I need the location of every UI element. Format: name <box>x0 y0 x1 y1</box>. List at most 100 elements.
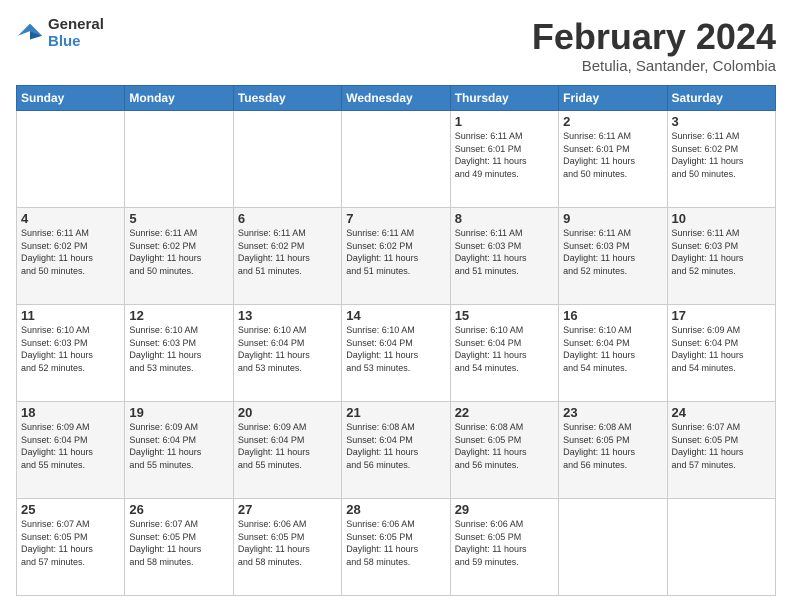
header-monday: Monday <box>125 86 233 111</box>
calendar-cell <box>667 499 775 596</box>
calendar-cell: 1Sunrise: 6:11 AM Sunset: 6:01 PM Daylig… <box>450 111 558 208</box>
calendar-week-4: 25Sunrise: 6:07 AM Sunset: 6:05 PM Dayli… <box>17 499 776 596</box>
calendar-cell <box>342 111 450 208</box>
day-number: 10 <box>672 211 771 226</box>
calendar-subtitle: Betulia, Santander, Colombia <box>532 58 776 75</box>
day-info: Sunrise: 6:08 AM Sunset: 6:04 PM Dayligh… <box>346 421 445 471</box>
page: General Blue February 2024 Betulia, Sant… <box>0 0 792 612</box>
day-number: 20 <box>238 405 337 420</box>
day-number: 28 <box>346 502 445 517</box>
day-number: 12 <box>129 308 228 323</box>
calendar-cell: 19Sunrise: 6:09 AM Sunset: 6:04 PM Dayli… <box>125 402 233 499</box>
day-number: 1 <box>455 114 554 129</box>
calendar-cell: 26Sunrise: 6:07 AM Sunset: 6:05 PM Dayli… <box>125 499 233 596</box>
header: General Blue February 2024 Betulia, Sant… <box>16 16 776 75</box>
day-number: 14 <box>346 308 445 323</box>
day-info: Sunrise: 6:11 AM Sunset: 6:02 PM Dayligh… <box>346 227 445 277</box>
calendar-cell <box>125 111 233 208</box>
day-info: Sunrise: 6:10 AM Sunset: 6:03 PM Dayligh… <box>129 324 228 374</box>
day-number: 2 <box>563 114 662 129</box>
day-info: Sunrise: 6:11 AM Sunset: 6:03 PM Dayligh… <box>563 227 662 277</box>
calendar-cell: 6Sunrise: 6:11 AM Sunset: 6:02 PM Daylig… <box>233 208 341 305</box>
calendar-cell: 8Sunrise: 6:11 AM Sunset: 6:03 PM Daylig… <box>450 208 558 305</box>
day-number: 16 <box>563 308 662 323</box>
day-number: 24 <box>672 405 771 420</box>
day-info: Sunrise: 6:06 AM Sunset: 6:05 PM Dayligh… <box>346 518 445 568</box>
header-sunday: Sunday <box>17 86 125 111</box>
day-info: Sunrise: 6:11 AM Sunset: 6:01 PM Dayligh… <box>563 130 662 180</box>
calendar-cell: 14Sunrise: 6:10 AM Sunset: 6:04 PM Dayli… <box>342 305 450 402</box>
calendar-cell: 24Sunrise: 6:07 AM Sunset: 6:05 PM Dayli… <box>667 402 775 499</box>
day-number: 19 <box>129 405 228 420</box>
header-wednesday: Wednesday <box>342 86 450 111</box>
day-info: Sunrise: 6:08 AM Sunset: 6:05 PM Dayligh… <box>455 421 554 471</box>
day-info: Sunrise: 6:10 AM Sunset: 6:03 PM Dayligh… <box>21 324 120 374</box>
calendar-cell: 10Sunrise: 6:11 AM Sunset: 6:03 PM Dayli… <box>667 208 775 305</box>
calendar-cell: 3Sunrise: 6:11 AM Sunset: 6:02 PM Daylig… <box>667 111 775 208</box>
calendar-cell: 29Sunrise: 6:06 AM Sunset: 6:05 PM Dayli… <box>450 499 558 596</box>
calendar-cell: 13Sunrise: 6:10 AM Sunset: 6:04 PM Dayli… <box>233 305 341 402</box>
day-info: Sunrise: 6:07 AM Sunset: 6:05 PM Dayligh… <box>21 518 120 568</box>
day-info: Sunrise: 6:06 AM Sunset: 6:05 PM Dayligh… <box>455 518 554 568</box>
day-number: 5 <box>129 211 228 226</box>
calendar-week-1: 4Sunrise: 6:11 AM Sunset: 6:02 PM Daylig… <box>17 208 776 305</box>
calendar-cell: 28Sunrise: 6:06 AM Sunset: 6:05 PM Dayli… <box>342 499 450 596</box>
calendar-cell: 15Sunrise: 6:10 AM Sunset: 6:04 PM Dayli… <box>450 305 558 402</box>
day-number: 23 <box>563 405 662 420</box>
day-info: Sunrise: 6:07 AM Sunset: 6:05 PM Dayligh… <box>672 421 771 471</box>
day-info: Sunrise: 6:09 AM Sunset: 6:04 PM Dayligh… <box>672 324 771 374</box>
calendar-cell: 20Sunrise: 6:09 AM Sunset: 6:04 PM Dayli… <box>233 402 341 499</box>
header-friday: Friday <box>559 86 667 111</box>
calendar-cell: 11Sunrise: 6:10 AM Sunset: 6:03 PM Dayli… <box>17 305 125 402</box>
title-block: February 2024 Betulia, Santander, Colomb… <box>532 16 776 75</box>
calendar-table: Sunday Monday Tuesday Wednesday Thursday… <box>16 85 776 596</box>
day-info: Sunrise: 6:11 AM Sunset: 6:03 PM Dayligh… <box>455 227 554 277</box>
calendar-header-row: Sunday Monday Tuesday Wednesday Thursday… <box>17 86 776 111</box>
day-number: 22 <box>455 405 554 420</box>
logo-text: General Blue <box>48 16 104 50</box>
day-number: 25 <box>21 502 120 517</box>
day-number: 18 <box>21 405 120 420</box>
calendar-cell <box>17 111 125 208</box>
calendar-week-3: 18 Sunrise: 6:09 AM Sunset: 6:04 PM Dayli… <box>17 402 776 499</box>
calendar-week-0: 1Sunrise: 6:11 AM Sunset: 6:01 PM Daylig… <box>17 111 776 208</box>
day-number: 3 <box>672 114 771 129</box>
calendar-cell <box>233 111 341 208</box>
calendar-cell: 27Sunrise: 6:06 AM Sunset: 6:05 PM Dayli… <box>233 499 341 596</box>
day-info: Sunrise: 6:10 AM Sunset: 6:04 PM Dayligh… <box>238 324 337 374</box>
calendar-cell <box>559 499 667 596</box>
day-info: Sunrise: 6:11 AM Sunset: 6:02 PM Dayligh… <box>672 130 771 180</box>
day-number: 17 <box>672 308 771 323</box>
calendar-cell: 17Sunrise: 6:09 AM Sunset: 6:04 PM Dayli… <box>667 305 775 402</box>
day-number: 7 <box>346 211 445 226</box>
day-number: 26 <box>129 502 228 517</box>
calendar-cell: 25Sunrise: 6:07 AM Sunset: 6:05 PM Dayli… <box>17 499 125 596</box>
day-number: 8 <box>455 211 554 226</box>
day-info: Sunrise: 6:11 AM Sunset: 6:02 PM Dayligh… <box>129 227 228 277</box>
day-info: Sunrise: 6:07 AM Sunset: 6:05 PM Dayligh… <box>129 518 228 568</box>
header-tuesday: Tuesday <box>233 86 341 111</box>
calendar-cell: 18Sunrise: 6:09 AM Sunset: 6:04 PM Dayli… <box>17 402 125 499</box>
calendar-cell: 22Sunrise: 6:08 AM Sunset: 6:05 PM Dayli… <box>450 402 558 499</box>
day-info: Sunrise: 6:11 AM Sunset: 6:03 PM Dayligh… <box>672 227 771 277</box>
calendar-title: February 2024 <box>532 16 776 58</box>
day-number: 6 <box>238 211 337 226</box>
day-info: Sunrise: 6:10 AM Sunset: 6:04 PM Dayligh… <box>455 324 554 374</box>
day-number: 11 <box>21 308 120 323</box>
calendar-cell: 12Sunrise: 6:10 AM Sunset: 6:03 PM Dayli… <box>125 305 233 402</box>
day-info: Sunrise: 6:06 AM Sunset: 6:05 PM Dayligh… <box>238 518 337 568</box>
day-info: Sunrise: 6:11 AM Sunset: 6:01 PM Dayligh… <box>455 130 554 180</box>
calendar-cell: 5Sunrise: 6:11 AM Sunset: 6:02 PM Daylig… <box>125 208 233 305</box>
day-info: Sunrise: 6:11 AM Sunset: 6:02 PM Dayligh… <box>238 227 337 277</box>
calendar-cell: 9Sunrise: 6:11 AM Sunset: 6:03 PM Daylig… <box>559 208 667 305</box>
day-number: 21 <box>346 405 445 420</box>
header-saturday: Saturday <box>667 86 775 111</box>
logo: General Blue <box>16 16 104 50</box>
day-info: Sunrise: 6:09 AM Sunset: 6:04 PM Dayligh… <box>129 421 228 471</box>
day-number: 29 <box>455 502 554 517</box>
day-number: 13 <box>238 308 337 323</box>
day-info: Sunrise: 6:11 AM Sunset: 6:02 PM Dayligh… <box>21 227 120 277</box>
calendar-cell: 23Sunrise: 6:08 AM Sunset: 6:05 PM Dayli… <box>559 402 667 499</box>
day-number: 4 <box>21 211 120 226</box>
calendar-week-2: 11Sunrise: 6:10 AM Sunset: 6:03 PM Dayli… <box>17 305 776 402</box>
